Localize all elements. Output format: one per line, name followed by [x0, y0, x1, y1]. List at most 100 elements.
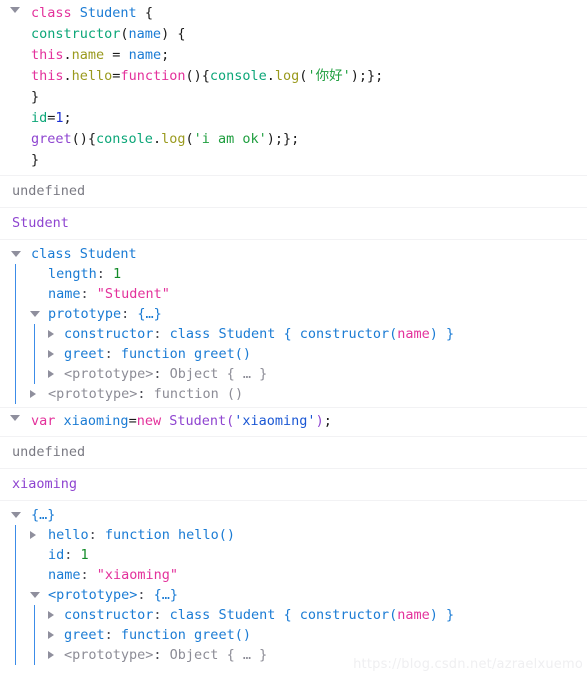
triangle-right-icon[interactable] — [48, 370, 54, 378]
token: } — [31, 152, 40, 168]
token: . — [266, 68, 275, 84]
tree-row-greet[interactable]: greet: function greet() — [0, 344, 587, 364]
code-line: class Student { — [0, 3, 587, 24]
token: ( — [120, 26, 129, 42]
token: hello — [71, 68, 113, 84]
token: {…} — [31, 507, 56, 523]
token: Object { … } — [169, 366, 268, 382]
token: : — [96, 266, 114, 282]
token: hello — [48, 527, 89, 543]
token: this — [31, 68, 64, 84]
token: 1 — [113, 266, 122, 282]
triangle-right-icon[interactable] — [48, 631, 54, 639]
token: class Student { constructor( — [169, 607, 398, 623]
tree-row-constructor[interactable]: constructor: class Student { constructor… — [0, 324, 587, 344]
token: log — [161, 131, 186, 147]
tree-guide-rail — [15, 525, 16, 665]
token: name — [71, 47, 105, 63]
token: 1 — [80, 547, 89, 563]
token: . — [152, 131, 162, 147]
token: function greet() — [120, 627, 251, 643]
tree-row-name[interactable]: name: "Student" — [0, 284, 587, 304]
triangle-down-icon[interactable] — [30, 592, 40, 598]
triangle-right-icon[interactable] — [48, 330, 54, 338]
token: function () — [153, 386, 244, 402]
token: class Student { constructor( — [169, 326, 398, 342]
code-line: id=1; — [0, 108, 587, 129]
triangle-right-icon[interactable] — [48, 611, 54, 619]
tree-row-hello[interactable]: hello: function hello() — [0, 525, 587, 545]
triangle-right-icon[interactable] — [30, 531, 36, 539]
token: { — [136, 5, 153, 21]
class-student-declaration[interactable]: class Student {constructor(name) {this.n… — [0, 0, 587, 176]
token: } — [31, 89, 40, 105]
token: Object { … } — [169, 647, 268, 663]
tree-row-instance-constructor[interactable]: constructor: class Student { constructor… — [0, 605, 587, 625]
token: <prototype> — [64, 366, 154, 382]
expand-triangle-down-icon[interactable] — [10, 415, 20, 421]
token: Student — [79, 5, 137, 21]
tree-row-instance-prototype[interactable]: <prototype>: {…} — [0, 585, 587, 605]
tree-guide-rail — [34, 605, 35, 665]
tree-row-proto-object[interactable]: <prototype>: Object { … } — [0, 364, 587, 384]
token: function greet() — [120, 346, 251, 362]
tree-row-length[interactable]: length: 1 — [0, 264, 587, 284]
token: '你好' — [307, 68, 351, 84]
triangle-down-icon[interactable] — [30, 311, 40, 317]
result-undefined-1: undefined — [0, 176, 587, 208]
triangle-down-icon[interactable] — [11, 251, 21, 257]
code-line: this.hello=function(){console.log('你好');… — [0, 66, 587, 87]
code-line: greet(){console.log('i am ok');}; — [0, 129, 587, 150]
token: class Student — [31, 246, 137, 262]
token: this — [31, 47, 64, 63]
tree-root-object[interactable]: {…} — [0, 505, 587, 525]
token: console — [96, 131, 153, 147]
tree-row-proto-function[interactable]: <prototype>: function () — [0, 384, 587, 404]
triangle-right-icon[interactable] — [48, 651, 54, 659]
token: : — [153, 647, 170, 663]
token: : — [64, 547, 81, 563]
class-student-inspector[interactable]: class Student length: 1 name: "Student" pro… — [0, 240, 587, 408]
token: name — [397, 326, 430, 342]
triangle-right-icon[interactable] — [30, 390, 36, 398]
tree-row-id[interactable]: id: 1 — [0, 545, 587, 565]
console-output-panel[interactable]: class Student {constructor(name) {this.n… — [0, 0, 587, 680]
token: name — [48, 286, 81, 302]
token: ) — [315, 413, 324, 429]
expand-triangle-down-icon[interactable] — [10, 7, 20, 13]
result-undefined-2: undefined — [0, 437, 587, 469]
token: function — [120, 68, 186, 84]
token: {…} — [137, 306, 162, 322]
token: <prototype> — [64, 647, 154, 663]
token: class — [31, 5, 72, 21]
token: <prototype> — [48, 386, 138, 402]
tree-row-prototype[interactable]: prototype: {…} — [0, 304, 587, 324]
token: greet — [31, 131, 72, 147]
token: ; — [63, 110, 72, 126]
var-xiaoming-declaration[interactable]: var xiaoming=new Student('xiaoming'); — [0, 408, 587, 437]
token: : — [104, 346, 121, 362]
token: : — [80, 567, 97, 583]
token: . — [63, 68, 72, 84]
token: name — [128, 47, 162, 63]
token: id — [48, 547, 65, 563]
log-output-student: Student — [0, 208, 587, 240]
token: name — [48, 567, 81, 583]
token: : — [137, 587, 154, 603]
tree-row-instance-greet[interactable]: greet: function greet() — [0, 625, 587, 645]
tree-row-instance-name[interactable]: name: "xiaoming" — [0, 565, 587, 585]
token: ; — [323, 413, 332, 429]
triangle-down-icon[interactable] — [11, 512, 21, 518]
triangle-right-icon[interactable] — [48, 350, 54, 358]
token: 1 — [55, 110, 64, 126]
token: ; — [161, 47, 170, 63]
code-line: } — [0, 87, 587, 108]
token: : — [153, 326, 170, 342]
token: ( — [185, 131, 194, 147]
tree-root-class-student[interactable]: class Student — [0, 244, 587, 264]
token: Student — [169, 413, 227, 429]
xiaoming-instance-inspector[interactable]: {…} hello: function hello() id: 1 name: "xi… — [0, 501, 587, 668]
